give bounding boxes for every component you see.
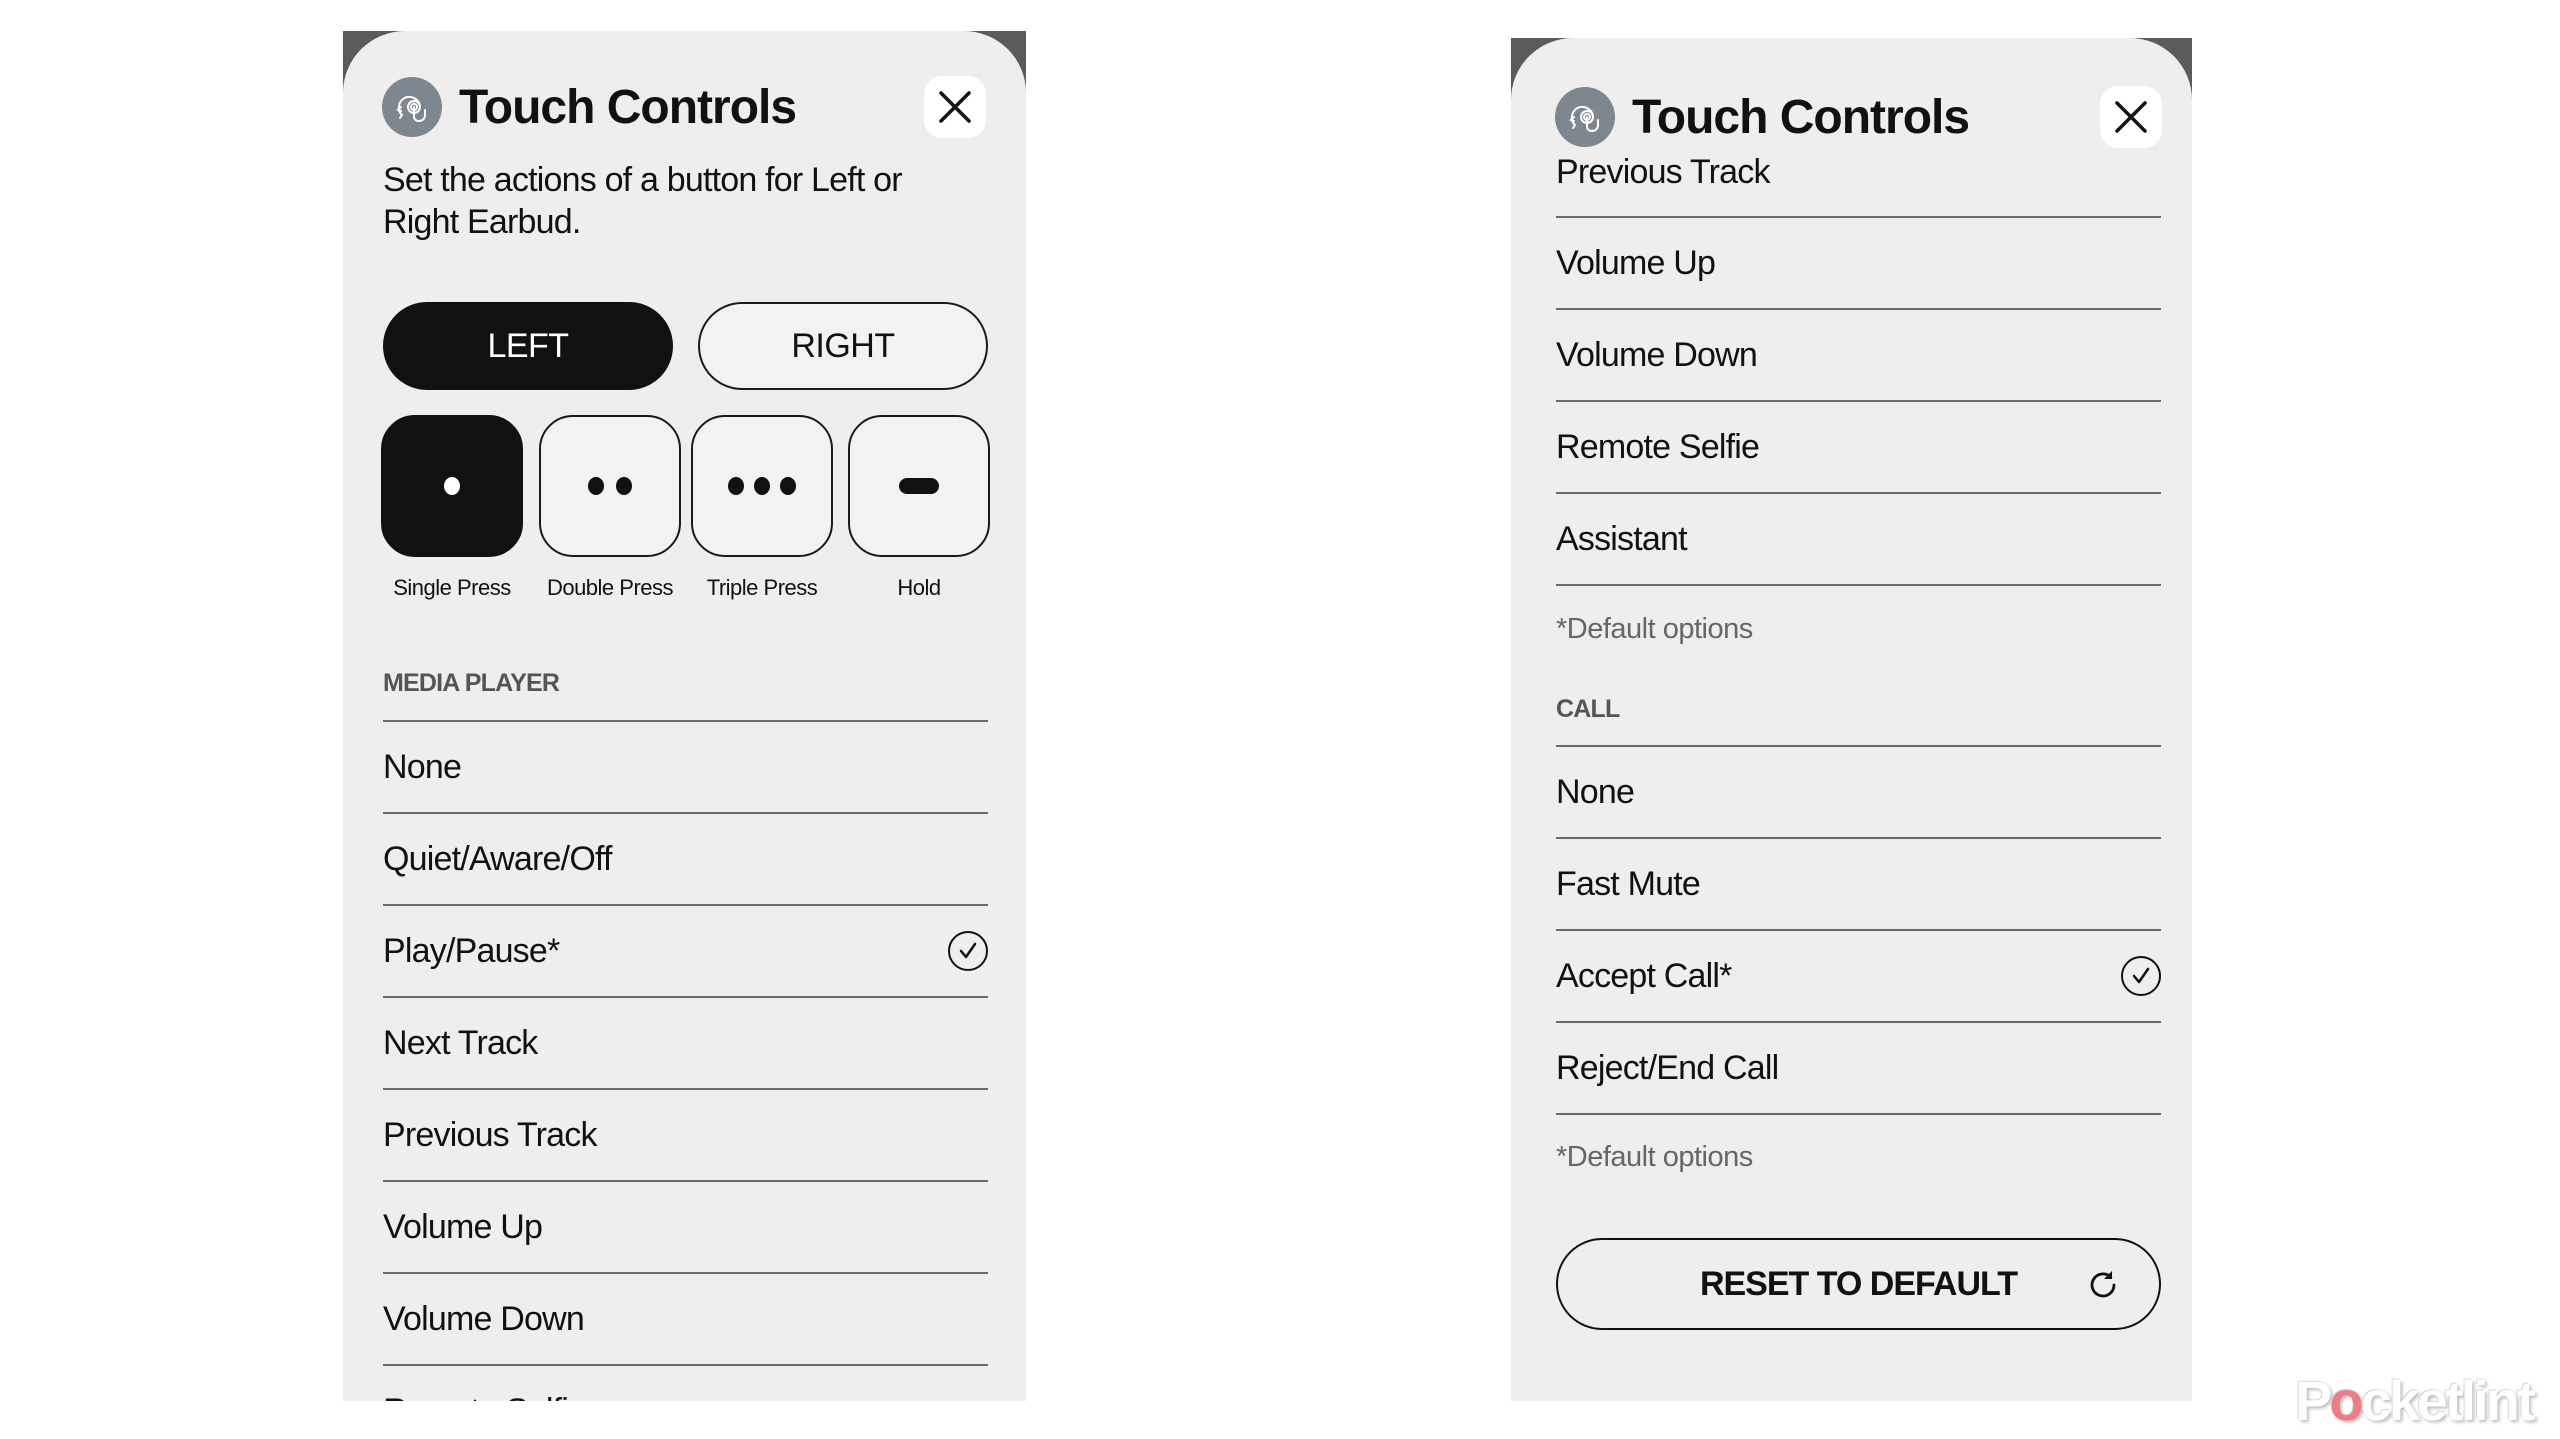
close-button[interactable] — [924, 76, 986, 138]
option-none[interactable]: None — [1556, 747, 2161, 837]
touch-gesture-icon — [382, 77, 442, 137]
reset-button-label: RESET TO DEFAULT — [1699, 1264, 2018, 1303]
triple-press-button[interactable] — [691, 415, 833, 557]
default-options-note: *Default options — [1556, 1141, 1753, 1173]
option-label: None — [1556, 772, 1635, 811]
option-accept-call[interactable]: Accept Call* — [1556, 931, 2161, 1021]
option-previous-track[interactable]: Previous Track — [1556, 128, 2161, 216]
option-volume-down[interactable]: Volume Down — [1556, 310, 2161, 400]
option-volume-down[interactable]: Volume Down — [383, 1274, 988, 1364]
double-press-label: Double Press — [546, 575, 674, 600]
option-label: Volume Down — [383, 1299, 585, 1338]
panel-subtitle: Set the actions of a button for Left or … — [383, 161, 903, 241]
option-previous-track[interactable]: Previous Track — [383, 1090, 988, 1180]
reset-to-default-button[interactable]: RESET TO DEFAULT — [1556, 1238, 2161, 1330]
option-none[interactable]: None — [383, 722, 988, 812]
refresh-icon — [2090, 1271, 2116, 1298]
option-label: Play/Pause* — [383, 931, 560, 970]
double-dot-icon — [588, 477, 632, 495]
right-earbud-button[interactable]: RIGHT — [698, 302, 988, 390]
touch-controls-panel-right: Touch Controls Previous Track Volume Up … — [1511, 38, 2192, 1401]
hold-button[interactable] — [848, 415, 990, 557]
hold-bar-icon — [899, 478, 939, 494]
double-press-button[interactable] — [539, 415, 681, 557]
option-fast-mute[interactable]: Fast Mute — [1556, 839, 2161, 929]
option-play-pause[interactable]: Play/Pause* — [383, 906, 988, 996]
call-section-label: CALL — [1556, 695, 1620, 723]
power-icon: o — [2329, 1369, 2363, 1432]
hold-label: Hold — [897, 575, 941, 600]
option-label: Next Track — [383, 1023, 538, 1062]
call-list: None Fast Mute Accept Call* Reject/End C… — [1556, 745, 2161, 1115]
option-label: Previous Track — [383, 1115, 597, 1154]
option-label: None — [383, 747, 462, 786]
option-reject-end-call[interactable]: Reject/End Call — [1556, 1023, 2161, 1113]
option-label: Assistant — [1556, 519, 1688, 558]
option-label: Remote Selfie — [1556, 427, 1760, 466]
checkmark-icon — [948, 931, 988, 971]
option-label: Previous Track — [1556, 152, 1770, 191]
panel-title: Touch Controls — [459, 81, 797, 134]
option-assistant[interactable]: Assistant — [1556, 494, 2161, 584]
option-label: Quiet/Aware/Off — [383, 839, 612, 878]
divider — [1556, 1113, 2161, 1115]
option-label: Accept Call* — [1556, 956, 1732, 995]
option-quiet-aware-off[interactable]: Quiet/Aware/Off — [383, 814, 988, 904]
triple-press-label: Triple Press — [706, 575, 818, 600]
option-label: Volume Up — [1556, 243, 1716, 282]
triple-dot-icon — [728, 477, 796, 495]
option-label: Volume Up — [383, 1207, 543, 1246]
media-player-list: Previous Track Volume Up Volume Down Rem… — [1556, 128, 2161, 586]
single-press-label: Single Press — [393, 575, 511, 600]
option-remote-selfie[interactable]: Remote Selfie — [383, 1366, 988, 1402]
single-press-button[interactable] — [381, 415, 523, 557]
default-options-note: *Default options — [1556, 613, 1753, 645]
option-label: Reject/End Call — [1556, 1048, 1779, 1087]
pocketlint-watermark: Pocketlint — [2295, 1369, 2536, 1432]
option-label: Fast Mute — [1556, 864, 1701, 903]
option-volume-up[interactable]: Volume Up — [1556, 218, 2161, 308]
option-label: Volume Down — [1556, 335, 1758, 374]
checkmark-icon — [2121, 956, 2161, 996]
left-earbud-button[interactable]: LEFT — [383, 302, 673, 390]
option-volume-up[interactable]: Volume Up — [383, 1182, 988, 1272]
close-icon — [939, 91, 971, 123]
option-remote-selfie[interactable]: Remote Selfie — [1556, 402, 2161, 492]
single-dot-icon — [444, 477, 460, 495]
option-next-track[interactable]: Next Track — [383, 998, 988, 1088]
option-label: Remote Selfie — [383, 1392, 587, 1402]
divider — [1556, 584, 2161, 586]
touch-controls-panel-left: Touch Controls Set the actions of a butt… — [343, 31, 1026, 1401]
media-player-section-label: MEDIA PLAYER — [383, 669, 560, 697]
media-player-list: None Quiet/Aware/Off Play/Pause* Next Tr… — [383, 720, 988, 1401]
